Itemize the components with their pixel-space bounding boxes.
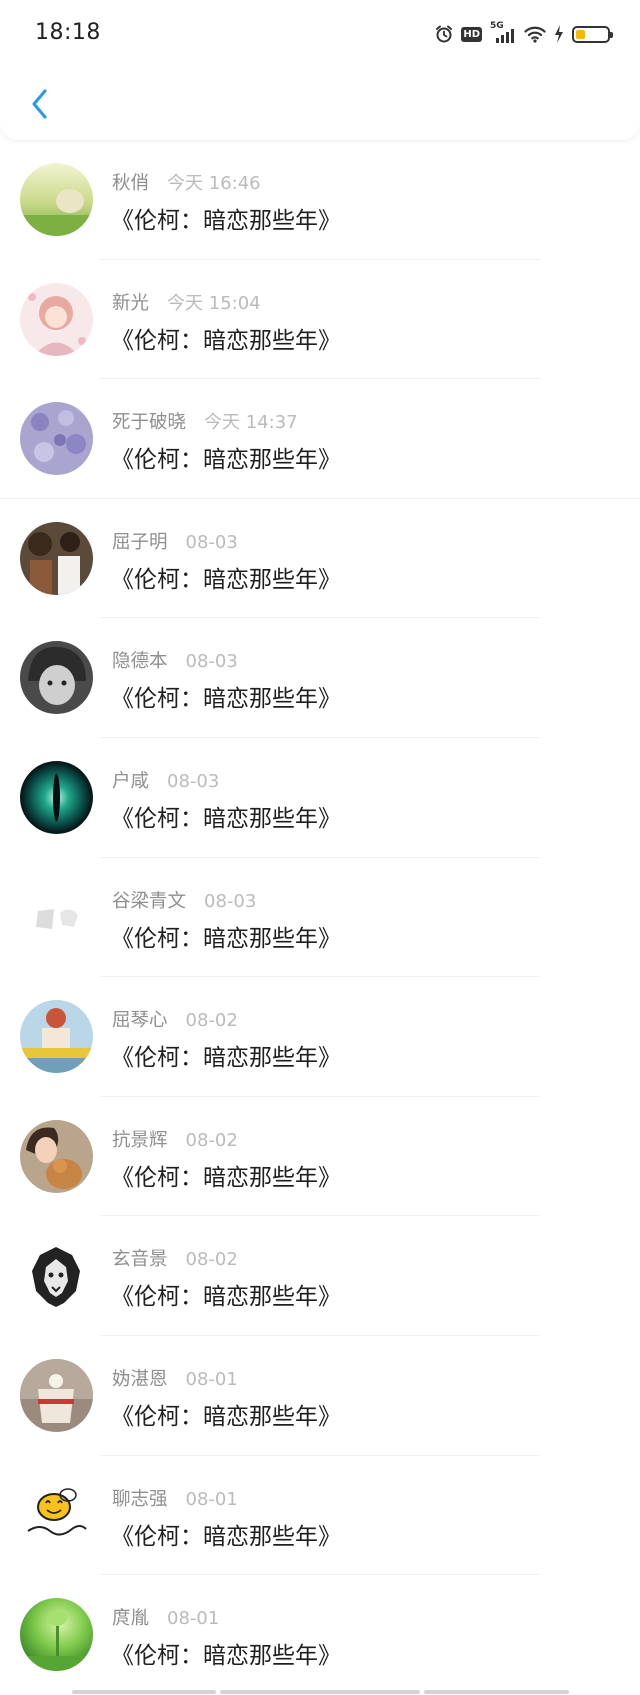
battery-level (576, 29, 585, 39)
sender-name: 死于破晓 (112, 412, 187, 434)
timestamp: 08-01 (167, 1608, 220, 1630)
list-item[interactable]: 死于破晓 今天 14:37 《伦柯：暗恋那些年》 (0, 379, 640, 499)
battery-icon (572, 25, 613, 43)
item-title: 《伦柯：暗恋那些年》 (111, 1164, 341, 1191)
list-item[interactable]: 屈子明 08-03 《伦柯：暗恋那些年》 (0, 499, 640, 619)
avatar[interactable] (20, 1358, 93, 1432)
wifi-icon (524, 25, 546, 43)
timestamp: 08-03 (167, 770, 220, 792)
list-item[interactable]: 新光 今天 15:04 《伦柯：暗恋那些年》 (0, 260, 640, 380)
timestamp: 08-02 (185, 1249, 238, 1271)
scroll-indicator (220, 1690, 420, 1694)
list-item[interactable]: 秋俏 今天 16:46 《伦柯：暗恋那些年》 (0, 140, 640, 260)
avatar[interactable] (20, 521, 93, 595)
sender-name: 隐德本 (112, 651, 168, 673)
hd-icon: HD (461, 26, 482, 42)
item-title: 《伦柯：暗恋那些年》 (111, 925, 341, 952)
timestamp: 08-01 (185, 1488, 238, 1510)
header-bar (0, 68, 640, 140)
avatar[interactable] (20, 641, 93, 715)
sender-name: 聊志强 (112, 1488, 168, 1510)
alarm-icon (435, 25, 453, 43)
status-bar: 18:18 HD 5G (0, 0, 640, 68)
status-icons: HD 5G (435, 21, 613, 46)
5g-signal-icon: 5G (490, 21, 516, 44)
status-time: 18:18 (35, 20, 101, 45)
timestamp: 今天 16:46 (167, 173, 261, 194)
list-item[interactable]: 聊志强 08-01 《伦柯：暗恋那些年》 (0, 1456, 640, 1576)
list-item[interactable]: 隐德本 08-03 《伦柯：暗恋那些年》 (0, 618, 640, 738)
item-title: 《伦柯：暗恋那些年》 (111, 566, 341, 593)
avatar[interactable] (20, 402, 93, 476)
list-item[interactable]: 谷梁青文 08-03 《伦柯：暗恋那些年》 (0, 858, 640, 978)
item-title: 《伦柯：暗恋那些年》 (111, 1284, 341, 1311)
avatar[interactable] (20, 163, 93, 236)
timestamp: 08-03 (185, 651, 238, 673)
sender-name: 户咸 (112, 770, 150, 792)
sender-name: 抗景辉 (112, 1129, 168, 1151)
item-title: 《伦柯：暗恋那些年》 (111, 805, 341, 832)
charging-icon (554, 25, 564, 43)
item-title: 《伦柯：暗恋那些年》 (111, 1403, 341, 1430)
item-title: 《伦柯：暗恋那些年》 (111, 447, 341, 474)
timestamp: 08-03 (185, 531, 238, 553)
list-item[interactable]: 玄音景 08-02 《伦柯：暗恋那些年》 (0, 1216, 640, 1336)
item-title: 《伦柯：暗恋那些年》 (111, 208, 341, 234)
list-item[interactable]: 户咸 08-03 《伦柯：暗恋那些年》 (0, 738, 640, 858)
item-title: 《伦柯：暗恋那些年》 (111, 1523, 341, 1550)
chevron-left-icon (32, 89, 47, 119)
item-title: 《伦柯：暗恋那些年》 (111, 1045, 341, 1072)
sender-name: 玄音景 (112, 1249, 168, 1271)
avatar[interactable] (20, 1239, 93, 1313)
list-item[interactable]: 庹胤 08-01 《伦柯：暗恋那些年》 (0, 1575, 640, 1695)
sender-name: 妫湛恩 (112, 1368, 168, 1390)
item-title: 《伦柯：暗恋那些年》 (111, 327, 341, 354)
sender-name: 屈琴心 (112, 1010, 168, 1032)
scroll-indicator (424, 1690, 569, 1694)
avatar[interactable] (20, 282, 93, 356)
avatar[interactable] (20, 760, 93, 834)
back-button[interactable] (20, 82, 60, 126)
timestamp: 今天 14:37 (204, 412, 298, 434)
avatar[interactable] (20, 880, 93, 954)
timestamp: 08-01 (185, 1368, 238, 1390)
avatar[interactable] (20, 1119, 93, 1193)
timestamp: 今天 15:04 (167, 292, 261, 314)
item-title: 《伦柯：暗恋那些年》 (111, 686, 341, 713)
sender-name: 谷梁青文 (112, 890, 187, 912)
message-list: 秋俏 今天 16:46 《伦柯：暗恋那些年》 新光 今天 15:04 《伦柯：暗… (0, 140, 640, 1695)
list-item[interactable]: 抗景辉 08-02 《伦柯：暗恋那些年》 (0, 1097, 640, 1217)
sender-name: 庹胤 (112, 1608, 150, 1630)
sender-name: 新光 (112, 292, 150, 314)
timestamp: 08-02 (185, 1010, 238, 1032)
avatar[interactable] (20, 1598, 93, 1672)
timestamp: 08-03 (204, 890, 257, 912)
timestamp: 08-02 (185, 1129, 238, 1151)
scroll-indicator (72, 1690, 216, 1694)
list-item[interactable]: 屈琴心 08-02 《伦柯：暗恋那些年》 (0, 977, 640, 1097)
sender-name: 秋俏 (112, 173, 150, 194)
sender-name: 屈子明 (112, 531, 168, 553)
list-item[interactable]: 妫湛恩 08-01 《伦柯：暗恋那些年》 (0, 1336, 640, 1456)
avatar[interactable] (20, 1478, 93, 1552)
item-title: 《伦柯：暗恋那些年》 (111, 1643, 341, 1670)
avatar[interactable] (20, 1000, 93, 1074)
